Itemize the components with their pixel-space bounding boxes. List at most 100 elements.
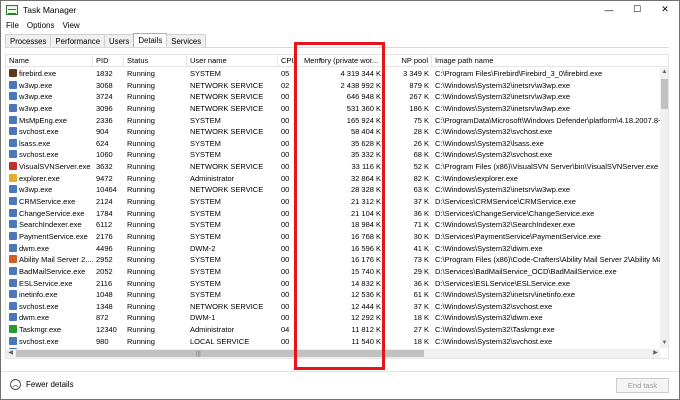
tab-users[interactable]: Users [104, 34, 135, 48]
cell-np: 37 K [413, 197, 429, 207]
tab-details[interactable]: Details [133, 33, 168, 48]
column-header-image-path[interactable]: Image path name [432, 55, 668, 67]
cell-pid: 1348 [96, 301, 113, 311]
cell-pid: 6112 [96, 220, 113, 230]
process-name: lsass.exe [19, 138, 51, 148]
column-header-user[interactable]: User name [187, 55, 278, 67]
column-header-status[interactable]: Status [124, 55, 187, 67]
cell-pid: 2116 [96, 278, 113, 288]
cell-path: C:\Windows\System32\inetsrv\w3wp.exe [435, 92, 571, 102]
cell-user: SYSTEM [190, 231, 221, 241]
menu-view[interactable]: View [62, 21, 79, 30]
cell-user: SYSTEM [190, 138, 221, 148]
cell-name: w3wp.exe [6, 103, 93, 115]
vertical-scroll-thumb[interactable] [661, 79, 668, 109]
fewer-details-link[interactable]: ︿ Fewer details [10, 379, 74, 390]
cell-user: SYSTEM [190, 197, 221, 207]
cell-path: D:\Services\BadMailService_OCD\BadMailSe… [435, 266, 617, 276]
cell-pid: 1060 [96, 150, 113, 160]
cell-pid: 4496 [96, 243, 113, 253]
process-name: dwm.exe [19, 313, 50, 323]
process-name: svchost.exe [19, 127, 59, 137]
cell-name: firebird.exe [6, 68, 93, 80]
tab-processes[interactable]: Processes [5, 34, 52, 48]
cell-name: svchost.exe [6, 126, 93, 138]
cell-user: SYSTEM [190, 255, 221, 265]
cell-path: C:\Windows\System32\inetsrv\w3wp.exe [435, 103, 571, 113]
process-icon [9, 290, 17, 299]
close-button[interactable]: ✕ [651, 1, 679, 18]
cell-path: C:\Windows\System32\svchost.exe [435, 301, 553, 311]
minimize-button[interactable]: — [595, 1, 623, 18]
cell-pid: 1832 [96, 69, 113, 78]
process-icon [9, 278, 17, 287]
cell-user: SYSTEM [190, 150, 221, 160]
cell-user: SYSTEM [190, 266, 221, 276]
process-name: svchost.exe [19, 336, 59, 346]
cell-path: C:\Windows\System32\lsass.exe [435, 138, 544, 148]
footer-bar: ︿ Fewer details End task [1, 371, 679, 399]
scroll-down-arrow-icon[interactable]: ▼ [660, 339, 668, 348]
tab-strip: Processes Performance Users Details Serv… [5, 33, 207, 48]
scroll-right-arrow-icon[interactable]: ▶ [651, 349, 660, 358]
process-icon [9, 336, 17, 345]
cell-np: 18 K [413, 313, 429, 323]
column-header-np-pool[interactable]: NP pool [384, 55, 432, 67]
cell-path: C:\Program Files (x86)\Code-Crafters\Abi… [435, 255, 660, 265]
cell-user: SYSTEM [190, 220, 221, 230]
maximize-button[interactable]: ☐ [623, 1, 651, 18]
tab-services[interactable]: Services [166, 34, 207, 48]
cell-np: 63 K [413, 185, 429, 195]
cell-np: 75 K [413, 115, 429, 125]
cell-pid: 2176 [96, 231, 113, 241]
menu-file[interactable]: File [6, 21, 19, 30]
process-icon [9, 80, 17, 89]
process-name: PaymentService.exe [19, 231, 88, 241]
cell-user: SYSTEM [190, 278, 221, 288]
cell-np: 29 K [413, 266, 429, 276]
cell-path: C:\ProgramData\Microsoft\Windows Defende… [435, 115, 660, 125]
cell-status: Running [127, 336, 155, 346]
cell-user: NETWORK SERVICE [190, 80, 264, 90]
cell-name: MsMpEng.exe [6, 115, 93, 127]
cell-pid: 624 [96, 138, 109, 148]
vertical-scrollbar[interactable]: ▲ ▼ [660, 68, 668, 348]
cell-path: C:\Windows\System32\svchost.exe [435, 336, 553, 346]
cell-status: Running [127, 325, 155, 335]
cell-status: Running [127, 290, 155, 300]
column-header-name[interactable]: Name [6, 55, 93, 67]
cell-name: w3wp.exe [6, 80, 93, 92]
cell-path: C:\Windows\System32\SearchIndexer.exe [435, 220, 576, 230]
process-name: MsMpEng.exe [19, 115, 67, 125]
process-name: ChangeService.exe [19, 208, 85, 218]
cell-pid: 1048 [96, 290, 113, 300]
menu-options[interactable]: Options [27, 21, 55, 30]
cell-pid: 1784 [96, 208, 113, 218]
cell-pid: 872 [96, 313, 109, 323]
cell-pid: 10464 [96, 185, 117, 195]
cell-status: Running [127, 103, 155, 113]
cell-np: 82 K [413, 173, 429, 183]
cell-path: C:\Windows\System32\svchost.exe [435, 150, 553, 160]
end-task-button[interactable]: End task [616, 378, 669, 393]
scroll-left-arrow-icon[interactable]: ◀ [6, 349, 15, 358]
process-icon [9, 325, 17, 334]
cell-np: 41 K [413, 243, 429, 253]
column-header-pid[interactable]: PID [93, 55, 124, 67]
process-icon [9, 138, 17, 147]
cell-status: Running [127, 115, 155, 125]
process-name: firebird.exe [19, 69, 57, 78]
cell-status: Running [127, 220, 155, 230]
tab-performance[interactable]: Performance [50, 34, 106, 48]
cell-name: inetinfo.exe [6, 289, 93, 301]
cell-name: PaymentService.exe [6, 231, 93, 243]
cell-name: svchost.exe [6, 336, 93, 348]
cell-status: Running [127, 150, 155, 160]
menu-bar: File Options View [1, 18, 679, 32]
scroll-up-arrow-icon[interactable]: ▲ [660, 68, 668, 77]
process-name: VisualSVNServer.exe [19, 162, 91, 172]
window-title: Task Manager [23, 4, 77, 15]
cell-pid: 3096 [96, 103, 113, 113]
cell-user: SYSTEM [190, 208, 221, 218]
process-icon [9, 220, 17, 229]
